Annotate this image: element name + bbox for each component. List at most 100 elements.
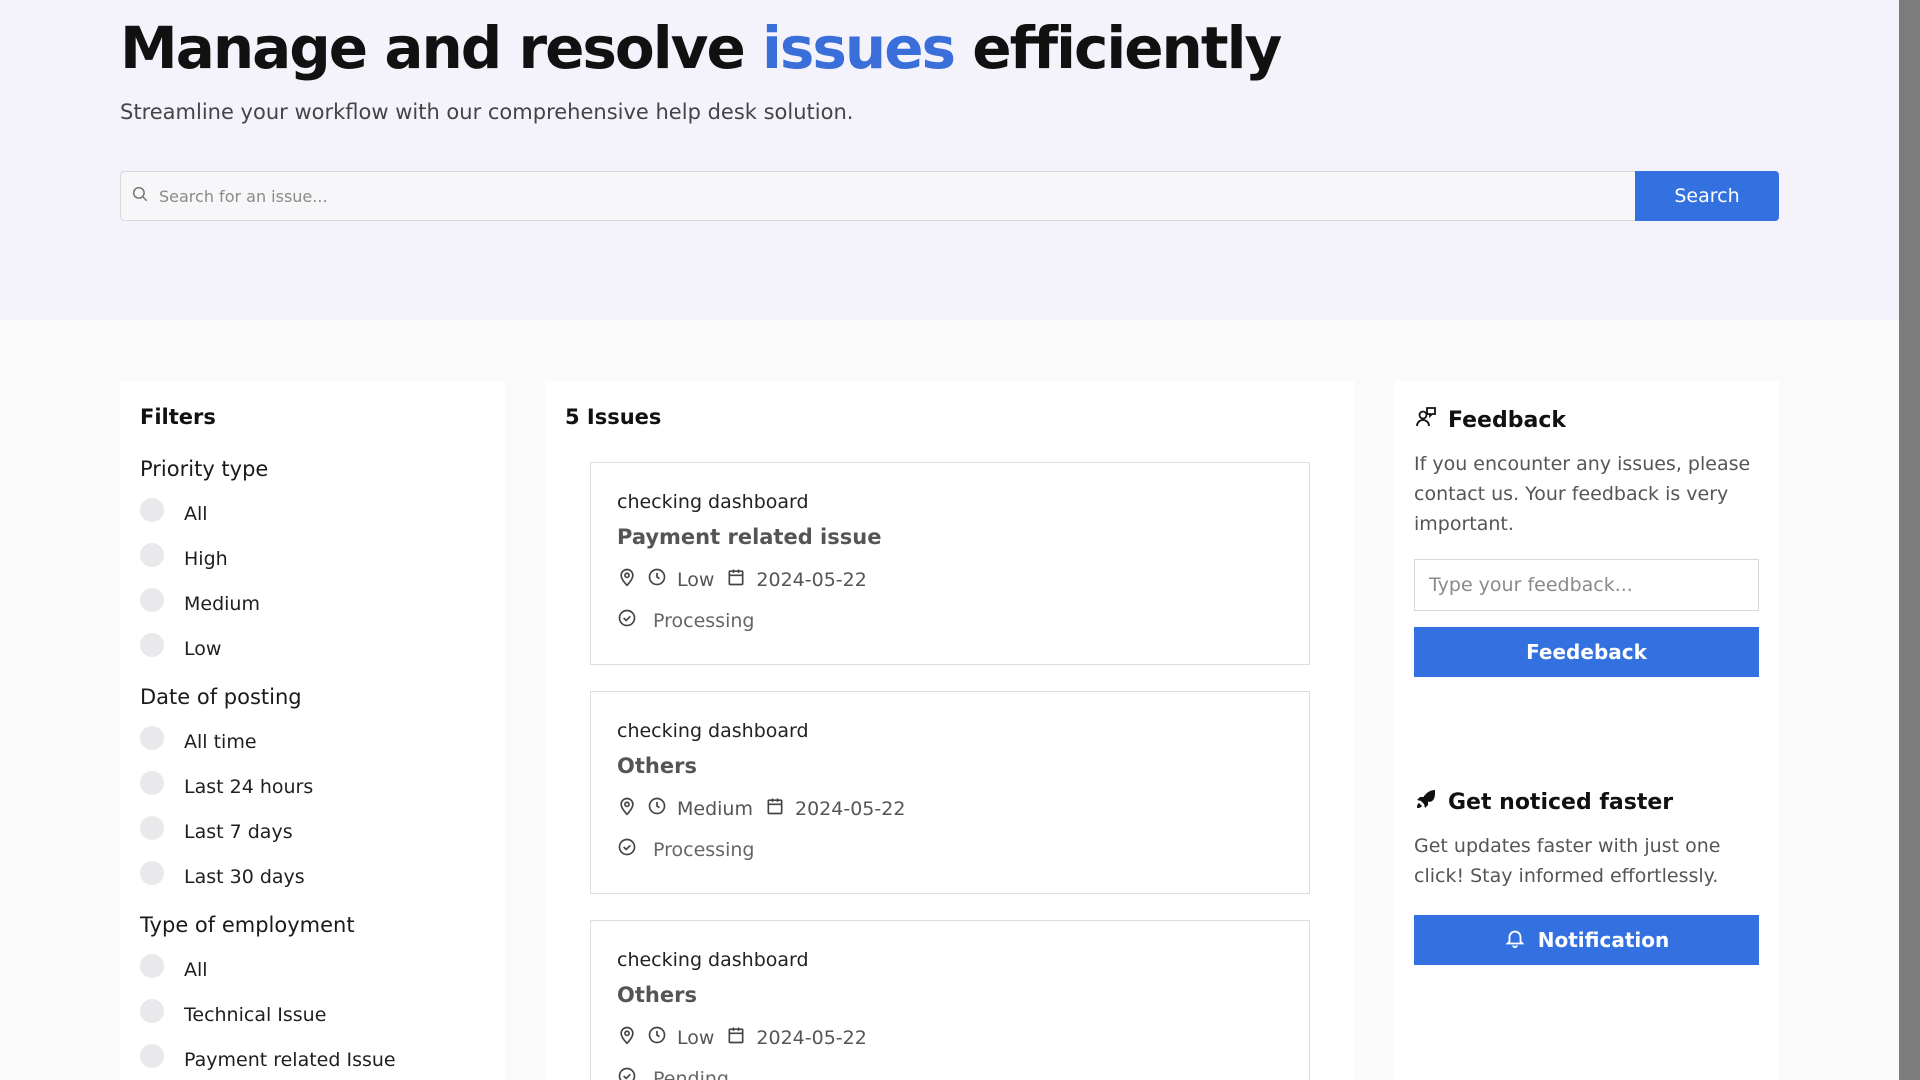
- issue-subtitle: checking dashboard: [617, 949, 809, 971]
- search-box[interactable]: [120, 171, 1635, 221]
- radio-button[interactable]: [140, 770, 164, 795]
- filter-option-label: Last 7 days: [184, 820, 293, 843]
- filter-group-date: Date of posting All time Last 24 hours L…: [140, 685, 485, 899]
- filter-group-title: Priority type: [140, 457, 269, 481]
- calendar-icon: [726, 567, 756, 592]
- issue-meta: Low 2024-05-22: [617, 1025, 1283, 1050]
- search-icon: [131, 185, 149, 207]
- calendar-icon: [765, 796, 795, 821]
- radio-button[interactable]: [140, 860, 164, 885]
- filter-option[interactable]: All: [140, 491, 485, 536]
- notify-text: Get updates faster with just one click! …: [1414, 835, 1721, 887]
- issue-title[interactable]: Others: [617, 754, 1283, 778]
- issue-status: Processing: [653, 838, 755, 861]
- filter-option-label: Last 24 hours: [184, 775, 314, 798]
- radio-button[interactable]: [140, 587, 164, 612]
- radio-button[interactable]: [140, 953, 164, 978]
- search-bar: Search: [120, 171, 1779, 221]
- page-subtitle: Streamline your workflow with our compre…: [120, 100, 854, 124]
- issue-title[interactable]: Others: [617, 983, 1283, 1007]
- notify-title: Get noticed faster: [1448, 789, 1674, 815]
- issue-title[interactable]: Payment related issue: [617, 525, 1283, 549]
- filter-option[interactable]: High: [140, 536, 485, 581]
- issue-priority: Medium: [677, 797, 753, 820]
- issue-meta: Low 2024-05-22: [617, 567, 1283, 592]
- radio-button[interactable]: [140, 632, 164, 657]
- filter-option[interactable]: Last 7 days: [140, 809, 485, 854]
- check-circle-icon: [617, 1066, 653, 1080]
- filter-option[interactable]: Last 24 hours: [140, 764, 485, 809]
- filter-option[interactable]: Low: [140, 626, 485, 671]
- issue-date: 2024-05-22: [756, 1026, 867, 1049]
- feedback-text: If you encounter any issues, please cont…: [1414, 453, 1751, 535]
- filters-title: Filters: [140, 405, 216, 429]
- issues-count: 5 Issues: [565, 405, 662, 429]
- feedback-button[interactable]: Feedeback: [1414, 627, 1759, 677]
- filter-option[interactable]: Last 30 days: [140, 854, 485, 899]
- filter-option-label: All: [184, 502, 208, 525]
- issue-card[interactable]: checking dashboard Others Low 2024-05-22…: [590, 920, 1310, 1080]
- radio-button[interactable]: [140, 815, 164, 840]
- radio-button[interactable]: [140, 1043, 164, 1068]
- issue-subtitle: checking dashboard: [617, 720, 809, 742]
- filter-option-label: Low: [184, 637, 222, 660]
- issue-status-row: Processing: [617, 837, 1283, 862]
- filter-group-priority: Priority type All High Medium Low: [140, 457, 485, 671]
- filter-option-label: All: [184, 958, 208, 981]
- title-suffix: efficiently: [954, 14, 1282, 82]
- issue-status-row: Pending: [617, 1066, 1283, 1080]
- side-panel: Feedback If you encounter any issues, pl…: [1394, 381, 1779, 1080]
- filter-group-title: Type of employment: [140, 913, 355, 937]
- issue-subtitle: checking dashboard: [617, 491, 809, 513]
- calendar-icon: [726, 1025, 756, 1050]
- filter-option-label: Medium: [184, 592, 260, 615]
- title-accent: issues: [762, 14, 956, 82]
- filter-group-employment: Type of employment All Technical Issue P…: [140, 913, 485, 1080]
- feedback-button-label: Feedeback: [1526, 640, 1647, 664]
- location-pin-icon: [617, 1025, 647, 1050]
- issue-card[interactable]: checking dashboard Others Medium 2024-05…: [590, 691, 1310, 894]
- filter-option-label: Payment related Issue: [184, 1048, 396, 1071]
- page-title: Manage and resolve issues efficiently: [120, 14, 1282, 82]
- filters-panel: Filters Priority type All High Medium Lo…: [120, 381, 505, 1080]
- location-pin-icon: [617, 567, 647, 592]
- filter-option-label: High: [184, 547, 228, 570]
- radio-button[interactable]: [140, 998, 164, 1023]
- hero-section: Manage and resolve issues efficiently St…: [0, 0, 1899, 320]
- feedback-input[interactable]: [1414, 559, 1759, 611]
- issue-priority: Low: [677, 1026, 715, 1049]
- title-prefix: Manage and resolve: [120, 14, 762, 82]
- filter-option[interactable]: All: [140, 947, 485, 992]
- feedback-person-icon: [1414, 405, 1448, 435]
- check-circle-icon: [617, 608, 653, 633]
- filter-option[interactable]: Payment related Issue: [140, 1037, 485, 1080]
- radio-button[interactable]: [140, 542, 164, 567]
- notification-button-label: Notification: [1537, 928, 1670, 952]
- filter-option[interactable]: Technical Issue: [140, 992, 485, 1037]
- issue-status: Processing: [653, 609, 755, 632]
- radio-button[interactable]: [140, 497, 164, 522]
- filter-option-label: Last 30 days: [184, 865, 305, 888]
- search-input[interactable]: [149, 186, 1635, 206]
- issue-card[interactable]: checking dashboard Payment related issue…: [590, 462, 1310, 665]
- issue-date: 2024-05-22: [756, 568, 867, 591]
- issue-meta: Medium 2024-05-22: [617, 796, 1283, 821]
- filter-option-label: Technical Issue: [184, 1003, 327, 1026]
- rocket-icon: [1414, 787, 1448, 817]
- check-circle-icon: [617, 837, 653, 862]
- notification-button[interactable]: Notification: [1414, 915, 1759, 965]
- filter-option[interactable]: Medium: [140, 581, 485, 626]
- scrollbar[interactable]: [1899, 0, 1920, 1080]
- clock-icon: [647, 796, 677, 821]
- filter-option[interactable]: All time: [140, 719, 485, 764]
- notify-heading: Get noticed faster: [1414, 787, 1759, 817]
- feedback-title: Feedback: [1448, 407, 1566, 433]
- feedback-heading: Feedback: [1414, 405, 1759, 435]
- filter-group-title: Date of posting: [140, 685, 302, 709]
- issue-status: Pending: [653, 1067, 729, 1080]
- filter-option-label: All time: [184, 730, 257, 753]
- search-button[interactable]: Search: [1635, 171, 1779, 221]
- radio-button[interactable]: [140, 725, 164, 750]
- issue-date: 2024-05-22: [794, 797, 906, 820]
- issues-panel: 5 Issues checking dashboard Payment rela…: [545, 381, 1354, 1080]
